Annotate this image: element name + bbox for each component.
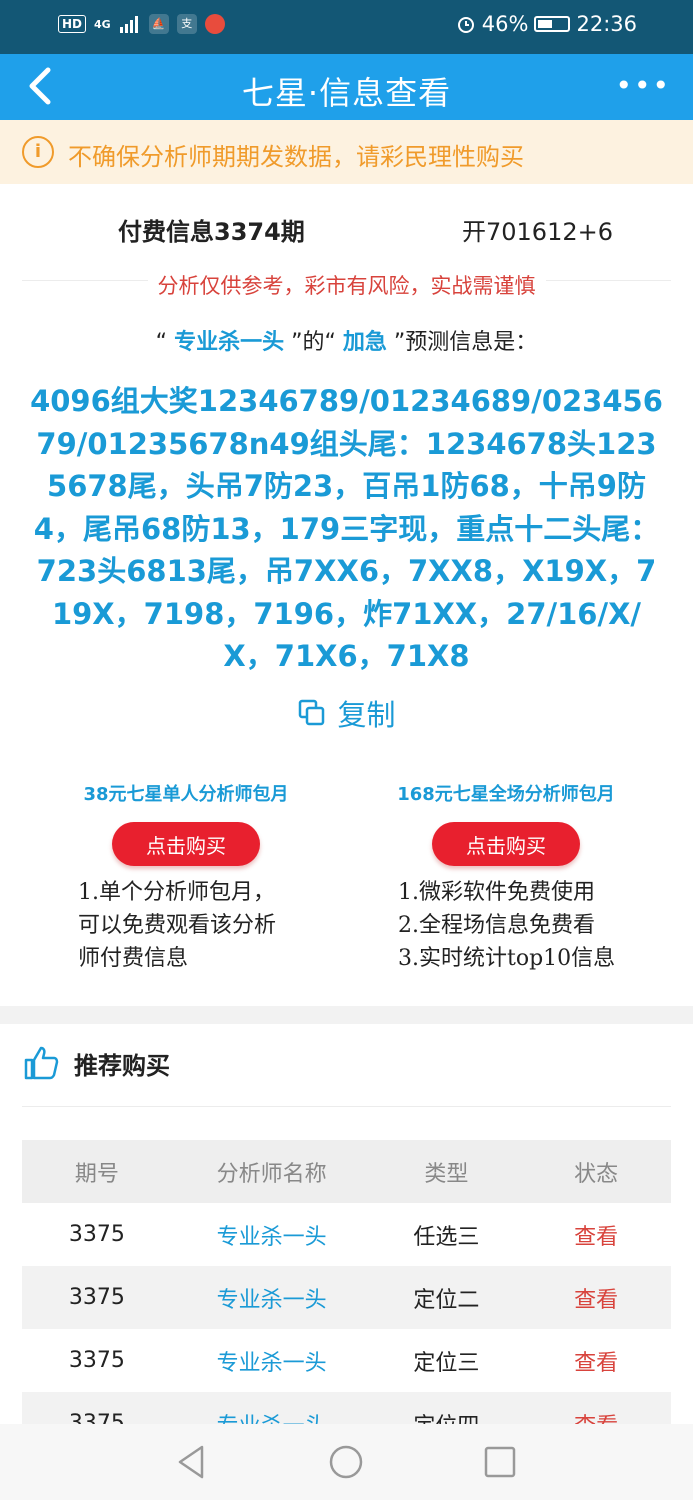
info-icon: i	[22, 136, 54, 168]
period-label: 付费信息3374期	[118, 218, 305, 246]
copy-button[interactable]: 复制	[0, 692, 693, 734]
divider	[22, 1106, 671, 1107]
copy-icon	[299, 699, 325, 726]
hd-badge: HD	[58, 15, 87, 33]
prediction-content: 4096组大奖12346789/01234689/02345679/012356…	[30, 384, 663, 673]
plan-title: 38元七星单人分析师包月	[83, 784, 289, 805]
view-link[interactable]: 查看	[521, 1345, 671, 1377]
recommend-table: 期号 分析师名称 类型 状态 3375 专业杀一头 任选三 查看 3375 专业…	[22, 1140, 671, 1455]
alarm-icon	[457, 17, 474, 33]
priority-label: 加急	[342, 330, 387, 355]
page-title: 七星·信息查看	[241, 74, 452, 112]
battery-percent: 46%	[481, 12, 529, 36]
plan-all: 168元七星全场分析师包月 点击购买 1.微彩软件免费使用 2.全程场信息免费看…	[356, 780, 656, 975]
notice-text: 不确保分析师期期发数据，请彩民理性购买	[68, 143, 524, 171]
risk-warning: 分析仅供参考，彩市有风险，实战需谨慎	[0, 270, 693, 300]
analyst-link[interactable]: 专业杀一头	[172, 1282, 372, 1314]
draw-result: 开701612+6	[462, 218, 613, 246]
status-bar: HD 4G ⛵ 支 46% 22:36	[0, 0, 693, 54]
buy-button-single[interactable]: 点击购买	[112, 822, 260, 866]
app-notification-icon: ⛵	[148, 14, 169, 34]
network-label: 4G	[94, 17, 111, 31]
thumbs-up-icon	[24, 1046, 59, 1080]
section-title: 推荐购买	[74, 1051, 170, 1080]
back-triangle-icon[interactable]	[172, 1442, 212, 1482]
analyst-link[interactable]: 专业杀一头	[172, 1345, 372, 1377]
app-badge-icon	[204, 14, 225, 34]
analyst-link[interactable]: 专业杀一头	[172, 1219, 372, 1251]
top-nav-bar: 七星·信息查看 •••	[0, 54, 693, 120]
battery-icon	[534, 16, 571, 32]
plan-single: 38元七星单人分析师包月 点击购买 1.单个分析师包月， 可以免费观看该分析 师…	[36, 780, 336, 975]
clock: 22:36	[576, 12, 637, 36]
system-nav-bar	[0, 1424, 693, 1500]
copy-label: 复制	[337, 698, 396, 732]
more-options-icon[interactable]: •••	[615, 72, 671, 100]
table-row[interactable]: 3375 专业杀一头 定位三 查看	[22, 1329, 671, 1392]
table-row[interactable]: 3375 专业杀一头 任选三 查看	[22, 1203, 671, 1266]
view-link[interactable]: 查看	[521, 1219, 671, 1251]
buy-button-all[interactable]: 点击购买	[432, 822, 580, 866]
table-header: 期号 分析师名称 类型 状态	[22, 1140, 671, 1203]
table-row[interactable]: 3375 专业杀一头 定位二 查看	[22, 1266, 671, 1329]
home-circle-icon[interactable]	[326, 1442, 366, 1482]
notice-banner: i 不确保分析师期期发数据，请彩民理性购买	[0, 120, 693, 184]
prediction-heading: “ 专业杀一头 ”的“ 加急 ”预测信息是：	[155, 330, 538, 355]
analyst-name[interactable]: 专业杀一头	[174, 330, 284, 355]
plan-description: 1.微彩软件免费使用 2.全程场信息免费看 3.实时统计top10信息	[398, 880, 616, 971]
alipay-icon: 支	[176, 14, 197, 34]
signal-icon	[119, 16, 138, 33]
plan-description: 1.单个分析师包月， 可以免费观看该分析 师付费信息	[78, 880, 277, 971]
info-card: 付费信息3374期 开701612+6 分析仅供参考，彩市有风险，实战需谨慎 “…	[0, 184, 693, 1006]
plan-title: 168元七星全场分析师包月	[397, 784, 615, 805]
view-link[interactable]: 查看	[521, 1282, 671, 1314]
recents-square-icon[interactable]	[480, 1442, 520, 1482]
recommend-section: 推荐购买 期号 分析师名称 类型 状态 3375 专业杀一头 任选三 查看 33…	[0, 1024, 693, 1455]
